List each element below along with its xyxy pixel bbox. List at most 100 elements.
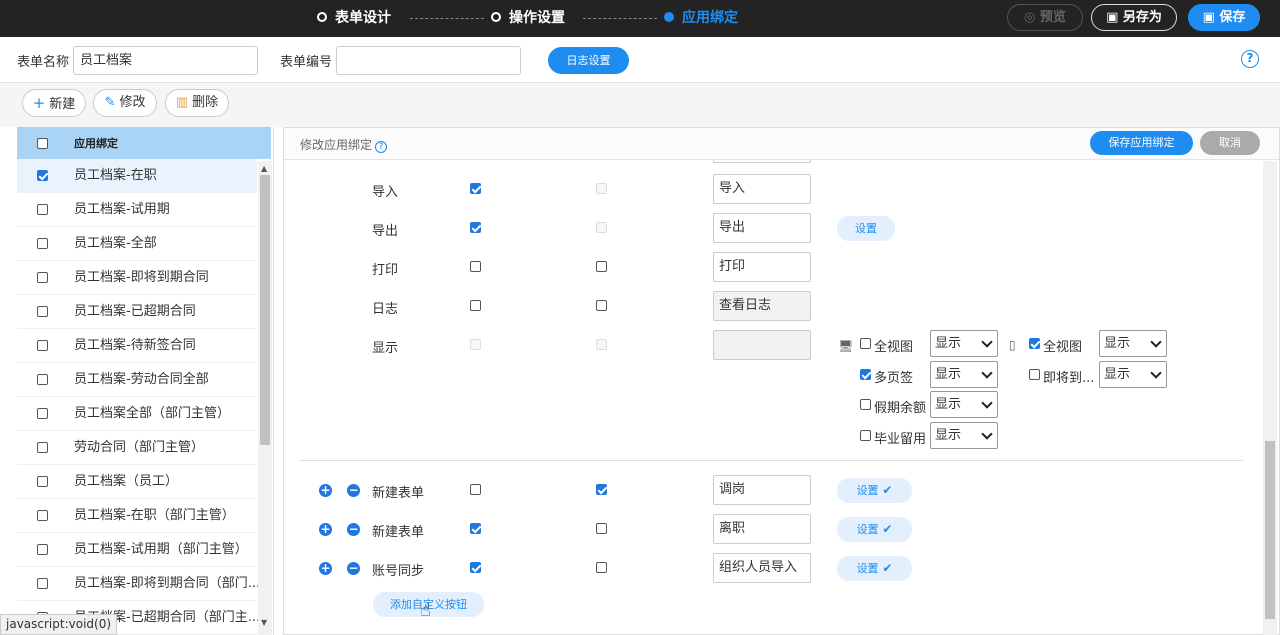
- pc-display-checkbox[interactable]: [860, 399, 871, 410]
- operation-label: 日志: [372, 302, 399, 317]
- list-item-checkbox[interactable]: [37, 544, 48, 555]
- log-settings-button[interactable]: 日志设置: [548, 47, 629, 74]
- custom-settings-button[interactable]: 设置 ✔: [837, 478, 912, 503]
- remove-row-icon[interactable]: −: [347, 562, 360, 575]
- custom-button-text-input[interactable]: 组织人员导入: [713, 553, 811, 583]
- button-text-input[interactable]: [713, 330, 811, 360]
- text-input-partial[interactable]: [713, 159, 811, 163]
- form-name-input[interactable]: 员工档案: [73, 46, 258, 75]
- list-item[interactable]: 员工档案-在职: [17, 159, 257, 193]
- list-item[interactable]: 员工档案-即将到期合同: [17, 261, 257, 295]
- pc-display-select[interactable]: 显示: [930, 330, 998, 357]
- list-item[interactable]: 劳动合同（部门主管）: [17, 431, 257, 465]
- pc-display-select[interactable]: 显示: [930, 391, 998, 418]
- remove-row-icon[interactable]: −: [347, 523, 360, 536]
- list-item-checkbox[interactable]: [37, 476, 48, 487]
- step-app-binding[interactable]: 应用绑定: [664, 0, 738, 37]
- remove-row-icon[interactable]: −: [347, 484, 360, 497]
- permission-checkbox[interactable]: [596, 261, 607, 272]
- permission-checkbox[interactable]: [596, 562, 607, 573]
- list-item[interactable]: 员工档案-试用期: [17, 193, 257, 227]
- list-item[interactable]: 员工档案（员工）: [17, 465, 257, 499]
- mobile-display-select[interactable]: 显示: [1099, 361, 1167, 388]
- save-icon: ▣: [1202, 10, 1220, 25]
- cancel-button[interactable]: 取消: [1200, 131, 1260, 155]
- button-text-input[interactable]: 打印: [713, 252, 811, 282]
- permission-checkbox[interactable]: [596, 484, 607, 495]
- list-item[interactable]: 员工档案-在职（部门主管）: [17, 499, 257, 533]
- list-item[interactable]: 员工档案-劳动合同全部: [17, 363, 257, 397]
- select-all-checkbox[interactable]: [37, 138, 48, 149]
- help-icon[interactable]: ?: [375, 141, 388, 153]
- custom-button-text-input[interactable]: 离职: [713, 514, 811, 544]
- list-item-checkbox[interactable]: [37, 306, 48, 317]
- list-header-label: 应用绑定: [74, 137, 118, 150]
- button-text-input[interactable]: 导入: [713, 174, 811, 204]
- button-text-input[interactable]: 查看日志: [713, 291, 811, 321]
- pc-display-select[interactable]: 显示: [930, 361, 998, 388]
- list-item-checkbox[interactable]: [37, 170, 48, 181]
- list-item-checkbox[interactable]: [37, 204, 48, 215]
- pc-display-checkbox[interactable]: [860, 430, 871, 441]
- permission-checkbox[interactable]: [596, 523, 607, 534]
- list-item-checkbox[interactable]: [37, 340, 48, 351]
- permission-checkbox[interactable]: [470, 222, 481, 233]
- list-item[interactable]: 员工档案全部（部门主管）: [17, 397, 257, 431]
- list-item-label: 员工档案（员工）: [74, 474, 179, 489]
- list-item[interactable]: 员工档案-即将到期合同（部门...: [17, 567, 260, 601]
- form-name-label: 表单名称: [17, 55, 70, 70]
- add-row-icon[interactable]: +: [319, 484, 332, 497]
- list-item[interactable]: 员工档案-待新签合同: [17, 329, 257, 363]
- permission-checkbox[interactable]: [470, 183, 481, 194]
- list-item-checkbox[interactable]: [37, 510, 48, 521]
- list-item-label: 员工档案-在职: [74, 168, 157, 183]
- pc-display-checkbox[interactable]: [860, 338, 871, 349]
- add-row-icon[interactable]: +: [319, 562, 332, 575]
- list-item-checkbox[interactable]: [37, 374, 48, 385]
- form-code-input[interactable]: [336, 46, 521, 75]
- save-binding-button[interactable]: 保存应用绑定: [1090, 131, 1193, 155]
- list-item[interactable]: 员工档案-全部: [17, 227, 257, 261]
- delete-button[interactable]: ▥ 删除: [165, 89, 229, 117]
- pc-display-checkbox[interactable]: [860, 369, 871, 380]
- list-item[interactable]: 员工档案-试用期（部门主管）: [17, 533, 257, 567]
- permission-checkbox[interactable]: [596, 300, 607, 311]
- button-text-input[interactable]: 导出: [713, 213, 811, 243]
- list-item-checkbox[interactable]: [37, 578, 48, 589]
- custom-settings-button[interactable]: 设置 ✔: [837, 517, 912, 542]
- mobile-display-checkbox[interactable]: [1029, 338, 1040, 349]
- step-operation-settings[interactable]: 操作设置: [491, 0, 565, 37]
- help-icon[interactable]: ?: [1241, 50, 1259, 68]
- pc-display-select[interactable]: 显示: [930, 422, 998, 449]
- editor-scroll-thumb[interactable]: [1265, 441, 1275, 619]
- mobile-display-checkbox[interactable]: [1029, 369, 1040, 380]
- edit-button[interactable]: ✎ 修改: [93, 89, 157, 117]
- list-item-checkbox[interactable]: [37, 408, 48, 419]
- settings-button[interactable]: 设置: [837, 216, 895, 241]
- save-button[interactable]: ▣ 保存: [1188, 4, 1260, 31]
- list-item-checkbox[interactable]: [37, 238, 48, 249]
- add-row-icon[interactable]: +: [319, 523, 332, 536]
- permission-checkbox[interactable]: [470, 484, 481, 495]
- preview-button[interactable]: ◎ 预览: [1007, 4, 1083, 31]
- scroll-up-icon[interactable]: ▲: [261, 164, 267, 173]
- custom-button-text-input[interactable]: 调岗: [713, 475, 811, 505]
- list-item-checkbox[interactable]: [37, 272, 48, 283]
- editor-header: 修改应用绑定? 保存应用绑定 取消: [284, 128, 1279, 160]
- list-scrollbar[interactable]: ▲ ▼: [258, 161, 272, 635]
- permission-checkbox[interactable]: [470, 562, 481, 573]
- list-item-checkbox[interactable]: [37, 442, 48, 453]
- step-form-design[interactable]: 表单设计: [317, 0, 391, 37]
- new-button[interactable]: + 新建: [22, 89, 86, 117]
- mobile-display-select[interactable]: 显示: [1099, 330, 1167, 357]
- list-scroll-thumb[interactable]: [260, 175, 270, 445]
- permission-checkbox[interactable]: [470, 261, 481, 272]
- permission-checkbox[interactable]: [470, 300, 481, 311]
- scroll-down-icon[interactable]: ▼: [261, 618, 267, 627]
- operation-label: 打印: [372, 263, 399, 278]
- permission-checkbox[interactable]: [470, 523, 481, 534]
- save-as-button[interactable]: ▣ 另存为: [1091, 4, 1177, 31]
- editor-scrollbar[interactable]: [1263, 161, 1277, 635]
- custom-settings-button[interactable]: 设置 ✔: [837, 556, 912, 581]
- list-item[interactable]: 员工档案-已超期合同: [17, 295, 257, 329]
